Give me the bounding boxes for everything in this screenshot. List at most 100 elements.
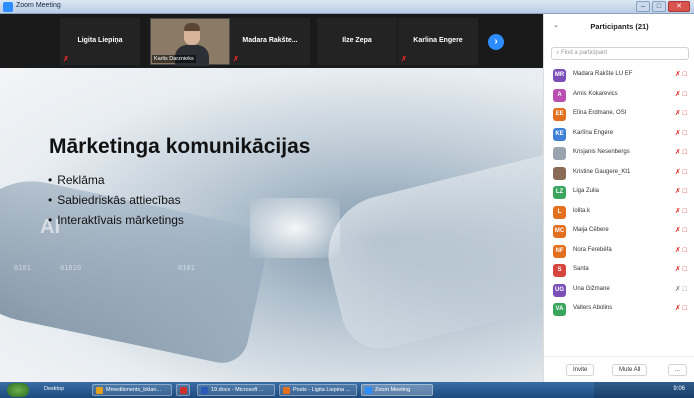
muted-mic-icon: ✗□ [674, 188, 689, 195]
desktop-toolbar[interactable]: Desktop [44, 386, 64, 392]
participant-name: Santa [573, 266, 589, 272]
muted-mic-icon: ✗□ [674, 71, 689, 78]
participants-title: Participants (21) [590, 22, 649, 31]
more-button[interactable]: ... [668, 364, 688, 376]
participant-name: Nora Ferebēfa [573, 246, 612, 253]
participant-row[interactable]: EE Elīna Erdmane, OSI ✗□ [544, 106, 694, 126]
word-icon [201, 387, 208, 394]
tile-name: Ilze Zepa [342, 37, 372, 44]
muted-mic-icon: ✗□ [674, 207, 689, 215]
folder-icon [96, 387, 103, 394]
avatar: S [553, 264, 566, 277]
slide-bullets: Reklāma Sabiedriskās attiecības Interakt… [48, 170, 184, 230]
avatar: A [553, 88, 566, 102]
browser-icon [283, 387, 290, 394]
slide-bg-code: 0101 [14, 264, 31, 272]
participant-name: Maija Cēbere [573, 227, 609, 233]
participant-row[interactable]: KE Karlīna Engere ✗□ [544, 126, 694, 146]
invite-button[interactable]: Invite [566, 364, 595, 376]
participant-name: Karlīna Engere [573, 129, 614, 136]
participants-footer: Invite Mute All ... [544, 356, 694, 382]
avatar: MC [553, 225, 566, 238]
participant-name: Madara Rakšte LU EF [573, 71, 633, 77]
participant-row[interactable]: LZ Liga Zulia ✗□ [544, 184, 694, 204]
participants-header: ⌄ Participants (21) [544, 14, 694, 38]
muted-mic-icon: ✗□ [674, 305, 689, 312]
next-page-icon[interactable]: › [488, 34, 504, 50]
system-tray: 9:06 [594, 382, 694, 398]
slide-bullet: Reklāma [48, 170, 184, 190]
participants-list: MR Madara Rakšte LU EF ✗□ A Arnis Kokarevics… [544, 67, 694, 321]
video-tile-karlina[interactable]: Karlina Engere ✗ [398, 18, 478, 65]
participant-row[interactable]: Kristine Gaugere_Kt1 ✗□ [544, 165, 694, 185]
participant-row[interactable]: Llolita.k ✗□ [544, 204, 694, 224]
avatar: UG [553, 283, 566, 297]
mute-all-button[interactable]: Mute All [612, 364, 648, 376]
video-tile-karlis[interactable]: Karlis Darznieks [150, 18, 230, 66]
taskbar-item[interactable]: Posts - Ligita Liepina ... [279, 384, 357, 396]
pdf-icon [180, 387, 187, 394]
shared-slide: 0101 01010 0101 AI Mārketinga komunikāci… [0, 68, 543, 382]
participant-row[interactable]: Krisjanis Nesenbergs ✗□ [544, 145, 694, 165]
muted-mic-icon: ✗□ [674, 168, 689, 176]
taskbar-item-active[interactable]: Zoom Meeting [361, 384, 433, 396]
participant-name: Elīna Erdmane, OSI [573, 110, 627, 116]
start-button[interactable] [7, 383, 29, 397]
video-tile-madara[interactable]: Madara Rakšte... ✗ [230, 18, 310, 65]
participant-row[interactable]: UG Una Gižmane ✗□ [544, 282, 694, 302]
avatar: LZ [553, 186, 566, 199]
muted-mic-icon: ✗ [63, 56, 69, 63]
avatar [553, 147, 566, 160]
tile-name: Karlina Engere [413, 37, 463, 44]
window-titlebar: Zoom Meeting – □ ✕ [0, 0, 694, 14]
participant-name: Valters Abolins [573, 305, 613, 311]
muted-mic-icon: ✗ [233, 56, 239, 63]
participant-row[interactable]: MR Madara Rakšte LU EF ✗□ [544, 67, 694, 87]
participant-row[interactable]: A Arnis Kokarevics ✗□ [544, 87, 694, 107]
zoom-icon [365, 387, 372, 394]
slide-bullet: Interaktīvais mārketings [48, 210, 184, 230]
slide-bg-code: 0101 [178, 264, 195, 272]
clock: 9:06 [673, 386, 685, 392]
tile-name: Karlis Darznieks [152, 55, 196, 63]
maximize-icon[interactable]: □ [652, 1, 666, 12]
muted-mic-icon: ✗□ [674, 110, 689, 117]
participant-row[interactable]: MC Maija Cēbere ✗□ [544, 223, 694, 243]
slide-background-image [315, 148, 543, 358]
windows-taskbar: Desktop Mmedikments_bklan... 19.docx - M… [0, 382, 694, 398]
muted-mic-icon: ✗□ [674, 246, 689, 254]
muted-mic-icon: ✗□ [674, 285, 689, 293]
muted-mic-icon: ✗□ [674, 266, 689, 273]
avatar [553, 166, 566, 180]
muted-mic-icon: ✗□ [674, 129, 689, 137]
window-title: Zoom Meeting [16, 2, 61, 9]
search-input[interactable]: ⌕ Find a participant [551, 47, 689, 60]
close-icon[interactable]: ✕ [668, 1, 690, 12]
muted-mic-icon: ✗□ [674, 227, 689, 234]
muted-mic-icon: ✗□ [674, 90, 689, 98]
participant-name: Una Gižmane [573, 285, 610, 292]
taskbar-item[interactable]: Mmedikments_bklan... [92, 384, 172, 396]
avatar: MR [553, 69, 566, 82]
video-tile-ligita[interactable]: Ligita Liepiņa ✗ [60, 18, 140, 65]
avatar: VA [553, 303, 566, 316]
participant-name: Arnis Kokarevics [573, 90, 618, 97]
participant-row[interactable]: S Santa ✗□ [544, 262, 694, 282]
video-tile-ilze[interactable]: Ilze Zepa [317, 18, 397, 65]
muted-mic-icon: ✗ [401, 56, 407, 63]
zoom-app-icon [3, 2, 13, 12]
participant-name: Liga Zulia [573, 188, 600, 194]
participant-name: Krisjanis Nesenbergs [573, 149, 630, 155]
avatar: EE [553, 108, 566, 121]
meeting-area: Ligita Liepiņa ✗ Karlis Darznieks Madara… [0, 14, 543, 382]
taskbar-item[interactable] [176, 384, 190, 396]
minimize-icon[interactable]: – [636, 1, 650, 12]
participant-row[interactable]: VA Valters Abolins ✗□ [544, 301, 694, 321]
avatar: L [553, 205, 566, 219]
muted-mic-icon: ✗□ [674, 149, 689, 156]
window-controls: – □ ✕ [636, 1, 690, 12]
taskbar-item[interactable]: 19.docx - Microsoft ... [197, 384, 275, 396]
search-placeholder: Find a participant [561, 50, 608, 56]
participant-row[interactable]: NF Nora Ferebēfa ✗□ [544, 243, 694, 263]
slide-bullet: Sabiedriskās attiecības [48, 190, 184, 210]
